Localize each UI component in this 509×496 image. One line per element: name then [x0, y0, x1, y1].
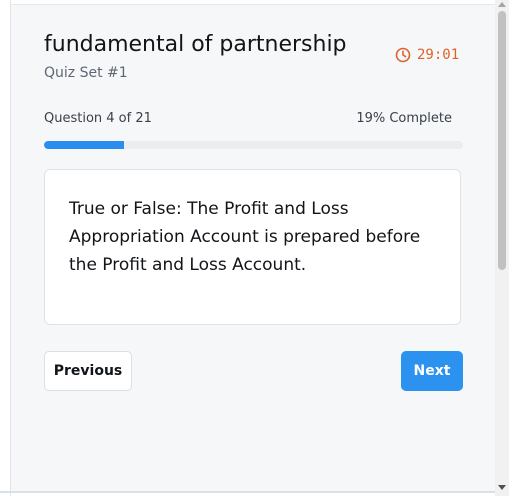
scrollbar-thumb[interactable] [498, 11, 506, 270]
scroll-up-arrow-icon[interactable] [498, 2, 506, 7]
question-card: True or False: The Profit and Loss Appro… [44, 169, 461, 325]
vertical-scrollbar[interactable] [495, 0, 509, 496]
progress-bar [44, 141, 463, 149]
timer-value: 29:01 [417, 47, 460, 63]
progress-percent: 19% Complete [356, 111, 452, 126]
next-button[interactable]: Next [401, 351, 463, 391]
quiz-panel: fundamental of partnership Quiz Set #1 2… [11, 4, 495, 493]
progress-bar-fill [44, 141, 124, 149]
previous-button[interactable]: Previous [44, 351, 132, 391]
quiz-title: fundamental of partnership [44, 32, 347, 57]
question-counter: Question 4 of 21 [44, 111, 152, 126]
scroll-down-arrow-icon[interactable] [498, 485, 506, 490]
quiz-timer: 29:01 [395, 47, 459, 63]
bottom-divider [0, 491, 495, 493]
clock-icon [395, 47, 411, 63]
quiz-subtitle: Quiz Set #1 [44, 65, 128, 81]
question-text: True or False: The Profit and Loss Appro… [69, 199, 421, 275]
